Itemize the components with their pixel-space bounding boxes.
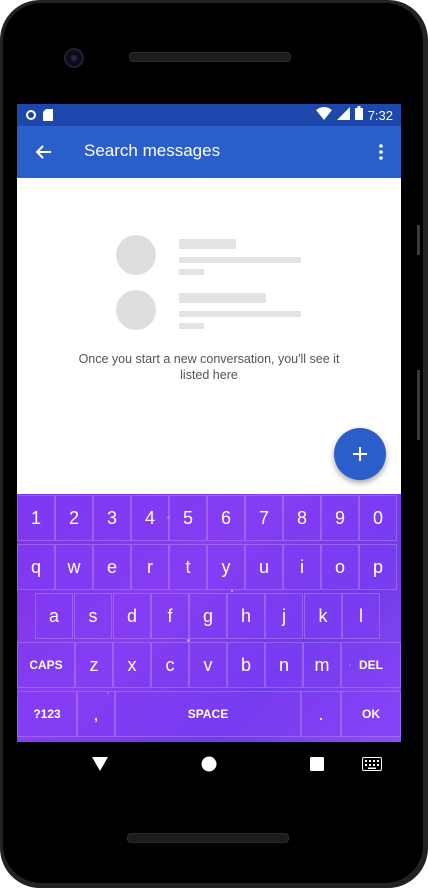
key-q[interactable]: q [17, 544, 55, 590]
key-k[interactable]: k [304, 593, 342, 639]
phone-screen: 7:32 Search messages Once you start a ne… [17, 104, 401, 742]
placeholder-line [179, 239, 236, 249]
key-comma[interactable]: , [77, 691, 115, 737]
placeholder-line [179, 293, 266, 303]
top-speaker [129, 52, 291, 62]
key-n[interactable]: n [265, 642, 303, 688]
key-l[interactable]: l [342, 593, 380, 639]
plus-icon [353, 447, 367, 461]
power-button [417, 225, 420, 255]
nav-recents-button[interactable] [305, 752, 329, 776]
signal-icon [336, 106, 350, 125]
key-j[interactable]: j [265, 593, 303, 639]
key-u[interactable]: u [245, 544, 283, 590]
key-8[interactable]: 8 [283, 495, 321, 541]
key-v[interactable]: v [189, 642, 227, 688]
key-1[interactable]: 1 [17, 495, 55, 541]
key-space[interactable]: SPACE [115, 691, 301, 737]
key-7[interactable]: 7 [245, 495, 283, 541]
key-ok[interactable]: OK [341, 691, 401, 737]
key-y[interactable]: y [207, 544, 245, 590]
recents-square-icon [310, 757, 324, 771]
status-bar: 7:32 [17, 104, 401, 126]
system-navigation-bar [17, 742, 401, 786]
arrow-back-icon [35, 145, 51, 159]
key-i[interactable]: i [283, 544, 321, 590]
keyboard-row: qwertyuiop [17, 543, 401, 591]
bottom-speaker [127, 833, 289, 843]
key-period[interactable]: . [301, 691, 341, 737]
key-o[interactable]: o [321, 544, 359, 590]
key-p[interactable]: p [359, 544, 397, 590]
nav-keyboard-switch-button[interactable] [360, 752, 384, 776]
more-options-button[interactable] [369, 138, 393, 166]
home-circle-icon [201, 756, 217, 772]
key-del[interactable]: DEL [341, 642, 401, 688]
empty-conversations-illustration [116, 232, 306, 337]
keyboard-icon [362, 757, 382, 771]
key-z[interactable]: z [75, 642, 113, 688]
placeholder-line [179, 311, 301, 317]
on-screen-keyboard: 1 2 3 4 5 6 7 8 9 0 q w e r t y u i o p a s d f g h j k l CAPS z x c v b n m… [17, 494, 401, 742]
new-conversation-button[interactable] [334, 428, 386, 480]
key-a[interactable]: a [35, 593, 73, 639]
key-b[interactable]: b [227, 642, 265, 688]
key-x[interactable]: x [113, 642, 151, 688]
volume-button [417, 370, 420, 440]
key-4[interactable]: 4 [131, 495, 169, 541]
placeholder-line [179, 323, 204, 329]
key-9[interactable]: 9 [321, 495, 359, 541]
keyboard-row: asdfghjkl [17, 592, 401, 640]
key-s[interactable]: s [74, 593, 112, 639]
status-time: 7:32 [367, 108, 393, 123]
back-triangle-icon [92, 757, 108, 771]
key-0[interactable]: 0 [359, 495, 397, 541]
key-symbols[interactable]: ?123 [17, 691, 77, 737]
search-input[interactable]: Search messages [84, 141, 220, 161]
key-f[interactable]: f [151, 593, 189, 639]
key-m[interactable]: m [303, 642, 341, 688]
key-2[interactable]: 2 [55, 495, 93, 541]
key-h[interactable]: h [227, 593, 265, 639]
key-t[interactable]: t [169, 544, 207, 590]
key-6[interactable]: 6 [207, 495, 245, 541]
empty-state-message: Once you start a new conversation, you'l… [78, 352, 340, 382]
key-3[interactable]: 3 [93, 495, 131, 541]
back-button[interactable] [29, 138, 57, 166]
keyboard-row: ?123, SPACE. OK [17, 690, 401, 738]
sd-card-icon [43, 108, 53, 126]
key-r[interactable]: r [131, 544, 169, 590]
sync-icon [25, 108, 37, 126]
battery-icon [354, 106, 363, 125]
nav-back-button[interactable] [88, 752, 112, 776]
keyboard-row: CAPS z x c v b n m DEL [17, 641, 401, 689]
placeholder-row [116, 235, 306, 280]
placeholder-row [116, 290, 306, 335]
key-d[interactable]: d [113, 593, 151, 639]
key-w[interactable]: w [55, 544, 93, 590]
placeholder-line [179, 257, 301, 263]
placeholder-line [179, 269, 204, 275]
keyboard-row: 1234567890 [17, 494, 401, 542]
key-5[interactable]: 5 [169, 495, 207, 541]
more-vert-icon [379, 144, 383, 160]
key-c[interactable]: c [151, 642, 189, 688]
placeholder-avatar [116, 235, 156, 275]
key-g[interactable]: g [189, 593, 227, 639]
nav-home-button[interactable] [197, 752, 221, 776]
placeholder-avatar [116, 290, 156, 330]
key-e[interactable]: e [93, 544, 131, 590]
wifi-icon [315, 106, 332, 125]
search-app-bar: Search messages [17, 126, 401, 178]
front-camera [64, 48, 84, 68]
key-caps[interactable]: CAPS [17, 642, 75, 688]
